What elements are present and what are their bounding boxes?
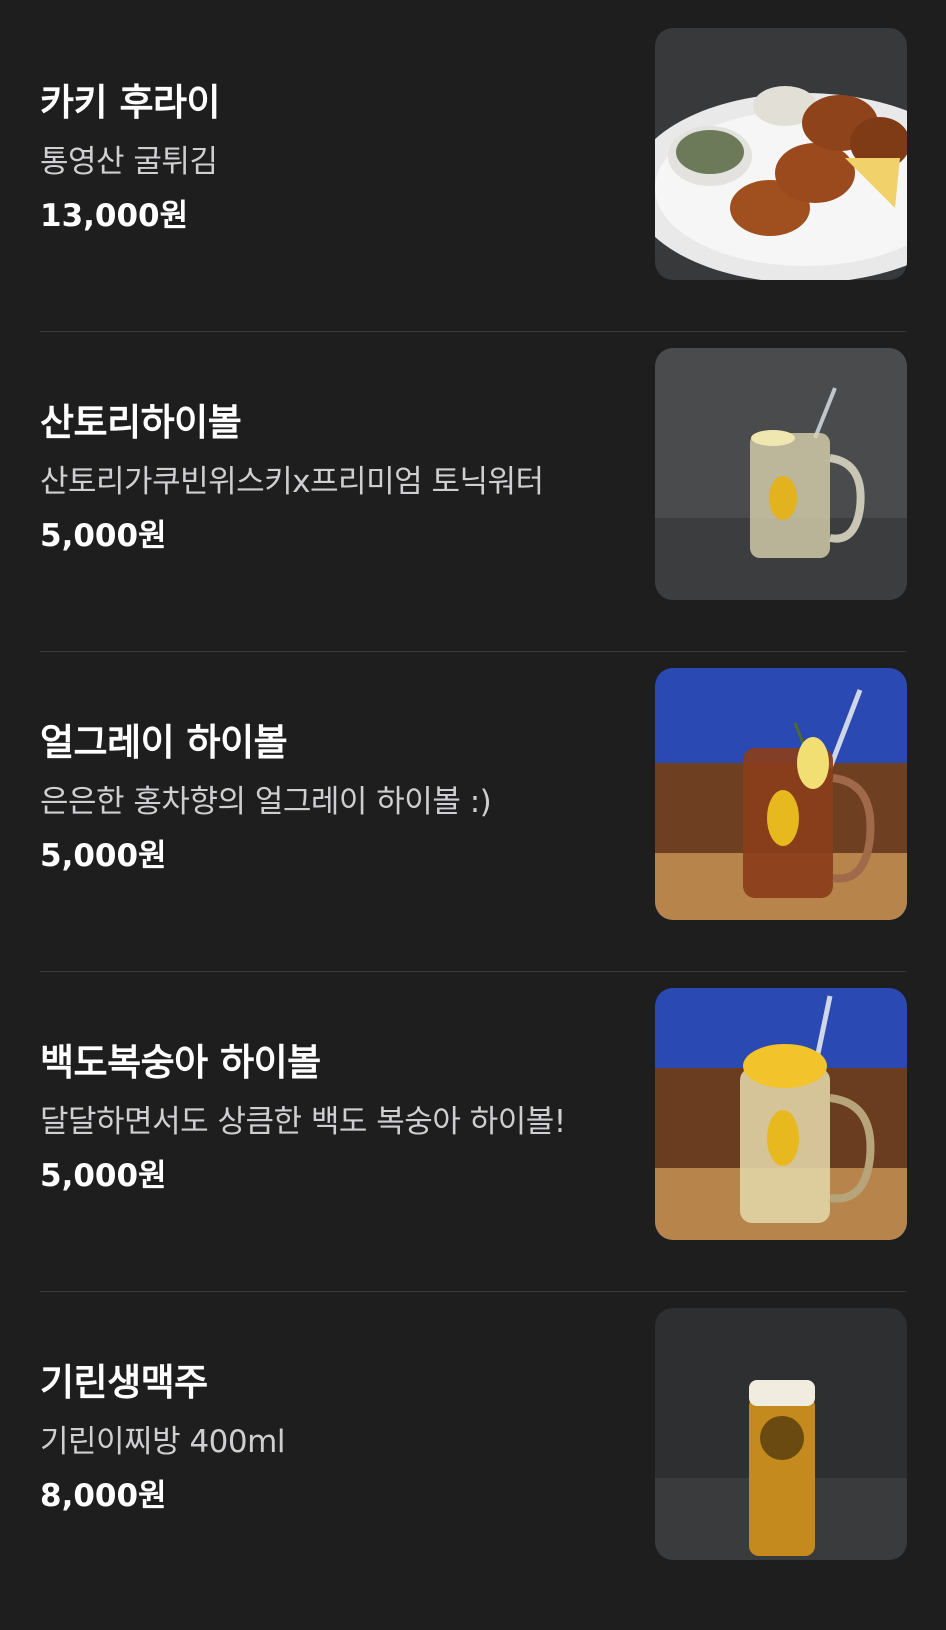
menu-list: 카키 후라이 통영산 굴튀김 13,000원 산토리하이볼 산토리가쿠빈위스키x… — [0, 0, 946, 1630]
earl-grey-highball-photo — [655, 668, 907, 920]
menu-item-description: 은은한 홍차향의 얼그레이 하이볼 :) — [40, 784, 492, 820]
menu-item-price: 13,000원 — [40, 198, 189, 234]
menu-item-description: 달달하면서도 상큼한 백도 복숭아 하이볼! — [40, 1104, 566, 1140]
menu-item-earl-grey-highball[interactable]: 얼그레이 하이볼 은은한 홍차향의 얼그레이 하이볼 :) 5,000원 — [0, 640, 946, 972]
menu-item-kirin-draft-beer[interactable]: 기린생맥주 기린이찌방 400ml 8,000원 — [0, 1280, 946, 1612]
menu-item-name: 백도복숭아 하이볼 — [40, 1041, 321, 1084]
menu-item-suntory-highball[interactable]: 산토리하이볼 산토리가쿠빈위스키x프리미엄 토닉워터 5,000원 — [0, 320, 946, 652]
menu-item-name: 카키 후라이 — [40, 81, 221, 124]
oyster-fry-photo — [655, 28, 907, 280]
menu-item-description: 통영산 굴튀김 — [40, 144, 218, 180]
menu-item-oyster-fry[interactable]: 카키 후라이 통영산 굴튀김 13,000원 — [0, 0, 946, 332]
highball-photo — [655, 348, 907, 600]
menu-item-description: 산토리가쿠빈위스키x프리미엄 토닉워터 — [40, 464, 544, 500]
menu-item-description: 기린이찌방 400ml — [40, 1424, 285, 1460]
menu-item-name: 기린생맥주 — [40, 1361, 208, 1404]
kirin-beer-photo — [655, 1308, 907, 1560]
menu-item-name: 얼그레이 하이볼 — [40, 721, 288, 764]
peach-highball-photo — [655, 988, 907, 1240]
menu-item-price: 5,000원 — [40, 1158, 167, 1194]
menu-item-peach-highball[interactable]: 백도복숭아 하이볼 달달하면서도 상큼한 백도 복숭아 하이볼! 5,000원 — [0, 960, 946, 1292]
menu-item-price: 8,000원 — [40, 1478, 167, 1514]
menu-item-price: 5,000원 — [40, 518, 167, 554]
menu-item-price: 5,000원 — [40, 838, 167, 874]
menu-item-name: 산토리하이볼 — [40, 401, 242, 444]
